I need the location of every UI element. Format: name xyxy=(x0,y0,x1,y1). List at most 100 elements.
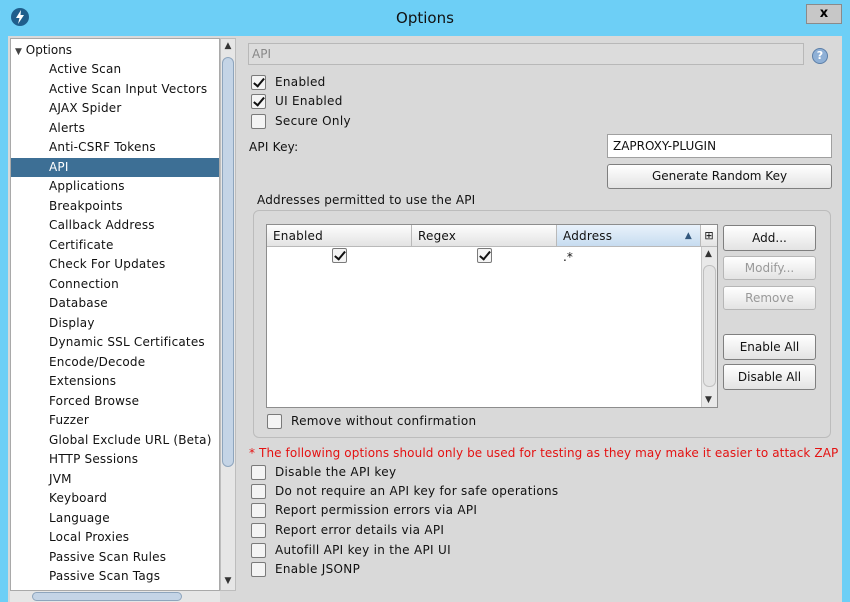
test-option-row[interactable]: Report permission errors via API xyxy=(251,501,477,519)
test-option-row[interactable]: Do not require an API key for safe opera… xyxy=(251,482,558,500)
remove-without-confirmation-label: Remove without confirmation xyxy=(291,414,477,428)
tree-item[interactable]: Display xyxy=(11,314,219,334)
column-header-enabled[interactable]: Enabled xyxy=(267,225,412,247)
tree-horizontal-scrollbar[interactable] xyxy=(10,591,220,602)
sort-ascending-icon: ▲ xyxy=(684,231,692,241)
secure-only-checkbox-row[interactable]: Secure Only xyxy=(251,112,351,130)
autofill-api-key-checkbox[interactable] xyxy=(251,542,266,558)
disable-all-button[interactable]: Disable All xyxy=(723,364,816,390)
tree-items: Active Scan Active Scan Input Vectors AJAX… xyxy=(11,60,219,590)
row-regex-checkbox[interactable] xyxy=(477,248,492,263)
tree-item[interactable]: Passive Scan Rules xyxy=(11,548,219,568)
tree-item[interactable]: Keyboard xyxy=(11,489,219,509)
test-option-row[interactable]: Report error details via API xyxy=(251,521,444,539)
help-icon[interactable]: ? xyxy=(812,48,828,64)
modify-button[interactable]: Modify... xyxy=(723,256,816,280)
scroll-thumb[interactable] xyxy=(703,265,716,387)
api-key-input[interactable]: ZAPROXY-PLUGIN xyxy=(607,134,832,158)
test-option-row[interactable]: Autofill API key in the API UI xyxy=(251,541,451,559)
tree-item[interactable]: Global Exclude URL (Beta) xyxy=(11,431,219,451)
enabled-label: Enabled xyxy=(275,75,326,89)
scroll-down-arrow-icon[interactable]: ▼ xyxy=(705,395,712,405)
tree-item[interactable]: Database xyxy=(11,294,219,314)
scroll-thumb[interactable] xyxy=(222,57,234,467)
row-enabled-checkbox[interactable] xyxy=(332,248,347,263)
tree-item[interactable]: Anti-CSRF Tokens xyxy=(11,138,219,158)
tree-item[interactable]: Forced Browse xyxy=(11,392,219,412)
tree-item[interactable]: HTTP Sessions xyxy=(11,450,219,470)
report-error-details-label: Report error details via API xyxy=(275,523,445,537)
report-permission-errors-label: Report permission errors via API xyxy=(275,503,478,517)
tree-item[interactable]: Alerts xyxy=(11,119,219,139)
tree-item[interactable]: Active Scan xyxy=(11,60,219,80)
tree-item[interactable]: Extensions xyxy=(11,372,219,392)
window-title: Options xyxy=(396,9,454,27)
secure-only-checkbox[interactable] xyxy=(251,113,266,129)
secure-only-label: Secure Only xyxy=(275,114,351,128)
tree-item[interactable]: API xyxy=(11,157,219,177)
tree-item[interactable]: Connection xyxy=(11,275,219,295)
title-bar: Options x xyxy=(0,0,850,36)
enable-jsonp-checkbox[interactable] xyxy=(251,561,266,577)
tree-item[interactable]: Passive Scan Tags xyxy=(11,567,219,587)
scroll-up-arrow-icon[interactable]: ▲ xyxy=(705,249,712,259)
no-key-safe-ops-label: Do not require an API key for safe opera… xyxy=(275,484,559,498)
column-header-address-label: Address xyxy=(563,229,613,243)
test-option-row[interactable]: Disable the API key xyxy=(251,463,396,481)
api-key-label: API Key: xyxy=(249,140,299,154)
panel-header: API xyxy=(248,43,804,65)
tree-item[interactable]: Breakpoints xyxy=(11,197,219,217)
collapse-triangle-icon[interactable]: ▼ xyxy=(15,47,22,57)
tree-root[interactable]: ▼ Options xyxy=(15,41,72,60)
column-header-regex[interactable]: Regex xyxy=(412,225,557,247)
remove-button[interactable]: Remove xyxy=(723,286,816,310)
ui-enabled-checkbox[interactable] xyxy=(251,93,266,109)
autofill-api-key-label: Autofill API key in the API UI xyxy=(275,543,451,557)
tree-vertical-scrollbar[interactable]: ▲ ▼ xyxy=(220,38,236,591)
tree-item[interactable]: Check For Updates xyxy=(11,255,219,275)
scroll-up-arrow-icon[interactable]: ▲ xyxy=(223,41,233,53)
column-control-icon[interactable]: ⊞ xyxy=(701,225,717,247)
close-button[interactable]: x xyxy=(806,4,842,24)
enabled-checkbox[interactable] xyxy=(251,74,266,90)
addresses-table[interactable]: Enabled Regex Address ▲ ⊞ .* ▲ ▼ xyxy=(266,224,718,408)
tree-item[interactable]: Encode/Decode xyxy=(11,353,219,373)
remove-without-confirmation-checkbox[interactable] xyxy=(267,413,282,429)
scroll-thumb[interactable] xyxy=(32,592,182,601)
tree-item[interactable]: Local Proxies xyxy=(11,528,219,548)
disable-api-key-checkbox[interactable] xyxy=(251,464,266,480)
enable-all-button[interactable]: Enable All xyxy=(723,334,816,360)
ui-enabled-label: UI Enabled xyxy=(275,94,343,108)
test-option-row[interactable]: Enable JSONP xyxy=(251,560,360,578)
tree-item[interactable]: Dynamic SSL Certificates xyxy=(11,333,219,353)
report-error-details-checkbox[interactable] xyxy=(251,522,266,538)
tree-item[interactable]: Language xyxy=(11,509,219,529)
remove-without-confirmation-row[interactable]: Remove without confirmation xyxy=(267,412,476,430)
options-tree[interactable]: ▼ Options Active Scan Active Scan Input V… xyxy=(10,38,220,591)
tree-item[interactable]: Fuzzer xyxy=(11,411,219,431)
splitter[interactable] xyxy=(236,38,244,602)
addresses-title: Addresses permitted to use the API xyxy=(257,193,476,207)
no-key-safe-ops-checkbox[interactable] xyxy=(251,483,266,499)
report-permission-errors-checkbox[interactable] xyxy=(251,502,266,518)
tree-item[interactable]: AJAX Spider xyxy=(11,99,219,119)
tree-item[interactable]: Certificate xyxy=(11,236,219,256)
row-regex-checkbox-cell[interactable] xyxy=(477,248,492,268)
add-button[interactable]: Add... xyxy=(723,225,816,251)
enabled-checkbox-row[interactable]: Enabled xyxy=(251,73,326,91)
generate-random-key-button[interactable]: Generate Random Key xyxy=(607,164,832,189)
tree-item[interactable]: Active Scan Input Vectors xyxy=(11,80,219,100)
ui-enabled-checkbox-row[interactable]: UI Enabled xyxy=(251,92,343,110)
disable-api-key-label: Disable the API key xyxy=(275,465,397,479)
row-address-cell[interactable]: .* xyxy=(563,250,573,270)
tree-item[interactable]: Callback Address xyxy=(11,216,219,236)
tree-item[interactable]: Applications xyxy=(11,177,219,197)
enable-jsonp-label: Enable JSONP xyxy=(275,562,361,576)
testing-warning: * The following options should only be u… xyxy=(249,446,839,460)
column-header-address[interactable]: Address ▲ xyxy=(557,225,701,247)
scroll-down-arrow-icon[interactable]: ▼ xyxy=(223,576,233,588)
row-enabled-checkbox-cell[interactable] xyxy=(332,248,347,268)
table-vertical-scrollbar[interactable]: ▲ ▼ xyxy=(701,247,717,407)
tree-root-label: Options xyxy=(25,43,73,57)
tree-item[interactable]: JVM xyxy=(11,470,219,490)
